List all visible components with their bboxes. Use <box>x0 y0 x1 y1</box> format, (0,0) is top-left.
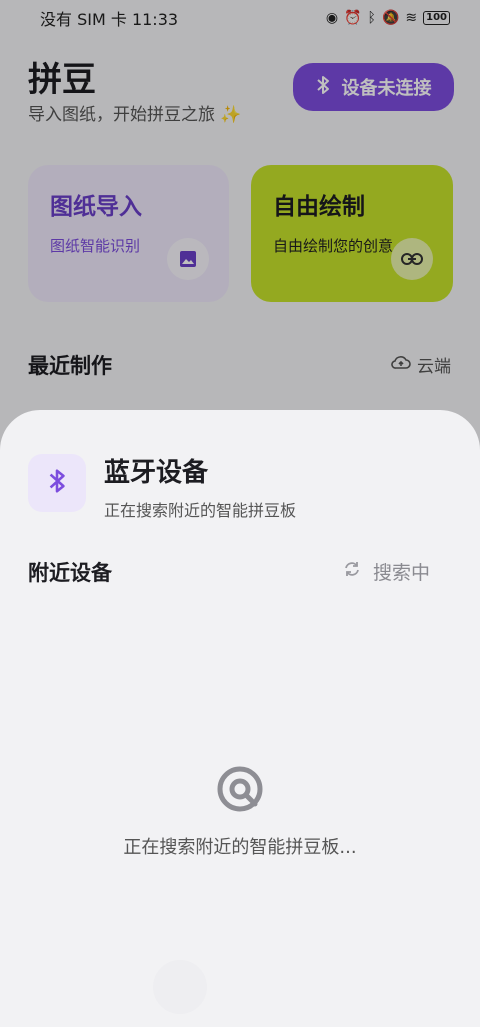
searching-label: 搜索中 <box>373 562 431 584</box>
nearby-devices-title: 附近设备 <box>28 561 112 585</box>
sheet-subtitle: 正在搜索附近的智能拼豆板 <box>104 501 297 520</box>
sheet-title: 蓝牙设备 <box>104 458 209 488</box>
bluetooth-icon <box>48 468 66 498</box>
searching-text: 正在搜索附近的智能拼豆板... <box>123 837 357 858</box>
search-radar-icon <box>215 764 265 814</box>
bluetooth-sheet: 蓝牙设备 正在搜索附近的智能拼豆板 附近设备 搜索中 正在搜索附近的智能拼豆板.… <box>0 410 480 1027</box>
sheet-bluetooth-icon-box <box>28 454 86 512</box>
ghost-placeholder <box>153 960 207 1014</box>
refresh-icon <box>343 560 361 583</box>
searching-status[interactable]: 搜索中 <box>343 558 430 585</box>
